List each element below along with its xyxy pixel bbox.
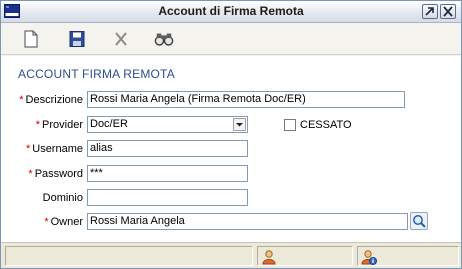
search-binoculars-icon[interactable] <box>154 30 174 48</box>
provider-select[interactable]: Doc/ER <box>87 116 248 133</box>
toolbar <box>1 23 461 55</box>
title-bar: Account di Firma Remota <box>1 1 461 23</box>
user-info-icon <box>361 250 377 265</box>
cessato-checkbox[interactable] <box>284 119 296 131</box>
required-marker: * <box>28 168 33 180</box>
dominio-label: Dominio <box>42 192 83 204</box>
new-document-icon[interactable] <box>21 30 41 48</box>
required-marker: * <box>35 119 41 131</box>
close-icon <box>443 6 453 17</box>
cessato-label: CESSATO <box>300 119 352 131</box>
owner-label: * Owner <box>44 216 83 228</box>
required-marker: * <box>19 94 24 106</box>
delete-icon[interactable] <box>111 30 131 48</box>
restore-button[interactable] <box>422 4 438 19</box>
chevron-down-icon <box>236 123 243 127</box>
status-bar <box>1 242 461 268</box>
descrizione-field[interactable]: Rossi Maria Angela (Firma Remota Doc/ER) <box>87 91 405 108</box>
dominio-field[interactable] <box>87 189 248 206</box>
close-button[interactable] <box>440 4 456 19</box>
username-label: * Username <box>25 143 83 155</box>
dropdown-arrow-button[interactable] <box>233 118 246 131</box>
window-title: Account di Firma Remota <box>158 4 304 18</box>
required-marker: * <box>44 216 49 228</box>
restore-icon <box>425 7 434 16</box>
user-icon <box>262 250 276 265</box>
magnifier-icon <box>413 215 426 228</box>
owner-lookup-button[interactable] <box>410 212 428 230</box>
password-label: * Password <box>28 168 83 180</box>
remote-signature-account-window: Account di Firma Remota ACCOUNT FIRMA RE… <box>0 0 462 269</box>
provider-label: * Provider <box>35 119 83 131</box>
status-pane-main <box>5 246 253 266</box>
username-field[interactable]: alias <box>87 140 248 157</box>
required-marker: * <box>25 143 31 155</box>
status-pane-user <box>257 246 353 266</box>
owner-field[interactable]: Rossi Maria Angela <box>87 213 408 230</box>
password-field[interactable]: *** <box>87 165 248 182</box>
status-pane-user-info <box>357 246 459 266</box>
save-icon[interactable] <box>67 30 87 48</box>
descrizione-label: * Descrizione <box>19 94 83 106</box>
form-panel: ACCOUNT FIRMA REMOTA * Descrizione Rossi … <box>1 56 461 242</box>
section-title: ACCOUNT FIRMA REMOTA <box>18 67 175 81</box>
